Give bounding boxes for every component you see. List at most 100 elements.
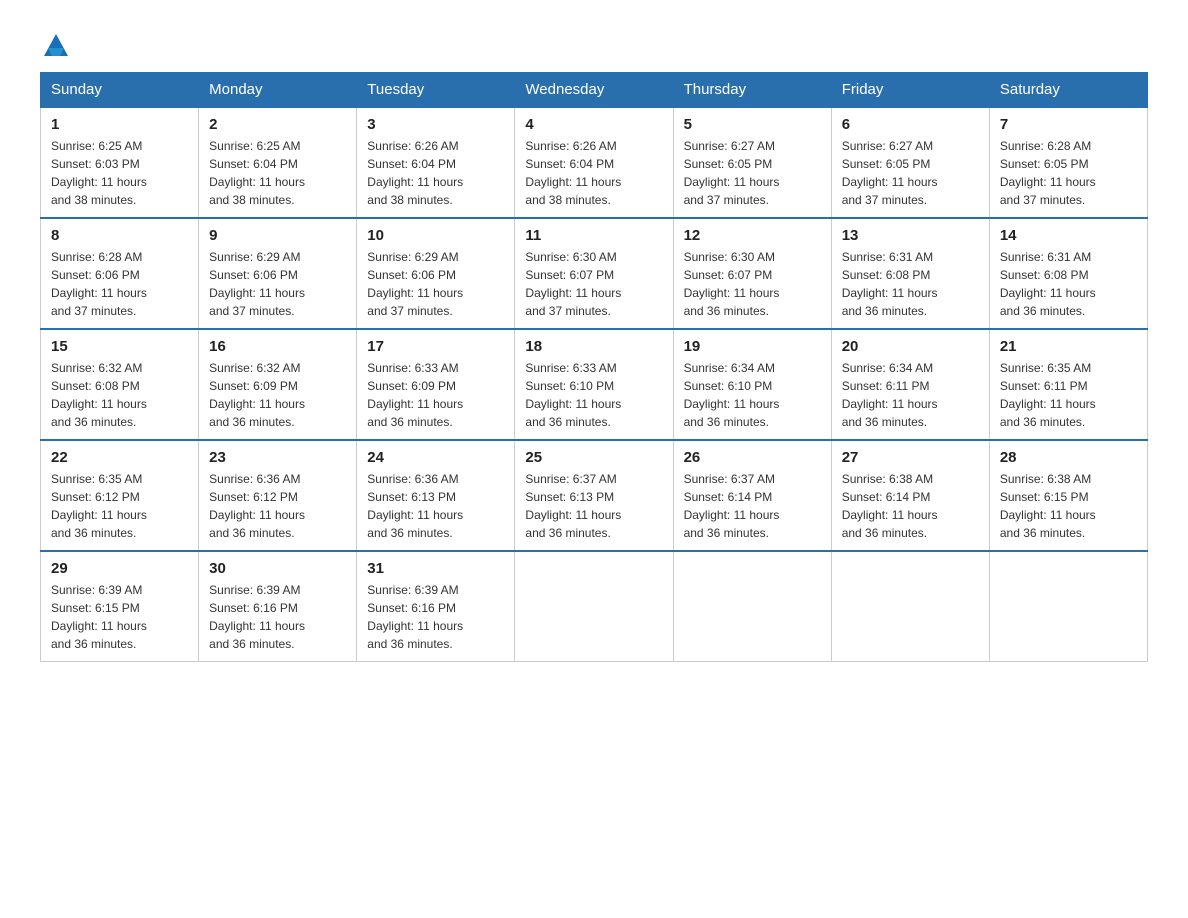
day-number: 17: [367, 338, 504, 355]
day-info: Sunrise: 6:28 AMSunset: 6:05 PMDaylight:…: [1000, 137, 1137, 209]
calendar-week-row: 15Sunrise: 6:32 AMSunset: 6:08 PMDayligh…: [41, 329, 1148, 440]
weekday-header-friday: Friday: [831, 73, 989, 108]
calendar-cell: 7 Sunrise: 6:28 AMSunset: 6:05 PMDaylight…: [989, 107, 1147, 218]
day-info: Sunrise: 6:32 AMSunset: 6:09 PMDaylight:…: [209, 359, 346, 431]
calendar-cell: [515, 551, 673, 662]
day-number: 16: [209, 338, 346, 355]
day-number: 31: [367, 560, 504, 577]
weekday-header-monday: Monday: [199, 73, 357, 108]
logo-icon: [42, 30, 70, 58]
day-info: Sunrise: 6:30 AMSunset: 6:07 PMDaylight:…: [525, 248, 662, 320]
calendar-week-row: 8 Sunrise: 6:28 AMSunset: 6:06 PMDaylight…: [41, 218, 1148, 329]
day-number: 24: [367, 449, 504, 466]
day-number: 9: [209, 227, 346, 244]
weekday-header-tuesday: Tuesday: [357, 73, 515, 108]
calendar-cell: 28 Sunrise: 6:38 AMSunset: 6:15 PMDayligh…: [989, 440, 1147, 551]
calendar-cell: 26Sunrise: 6:37 AMSunset: 6:14 PMDayligh…: [673, 440, 831, 551]
day-info: Sunrise: 6:29 AMSunset: 6:06 PMDaylight:…: [209, 248, 346, 320]
day-number: 30: [209, 560, 346, 577]
day-number: 4: [525, 116, 662, 133]
calendar-cell: [673, 551, 831, 662]
calendar-week-row: 1 Sunrise: 6:25 AMSunset: 6:03 PMDaylight…: [41, 107, 1148, 218]
calendar-cell: 31 Sunrise: 6:39 AMSunset: 6:16 PMDayligh…: [357, 551, 515, 662]
calendar-cell: 14 Sunrise: 6:31 AMSunset: 6:08 PMDayligh…: [989, 218, 1147, 329]
calendar-cell: 22 Sunrise: 6:35 AMSunset: 6:12 PMDayligh…: [41, 440, 199, 551]
day-info: Sunrise: 6:33 AMSunset: 6:10 PMDaylight:…: [525, 359, 662, 431]
day-info: Sunrise: 6:25 AMSunset: 6:03 PMDaylight:…: [51, 137, 188, 209]
day-number: 25: [525, 449, 662, 466]
calendar-cell: 21 Sunrise: 6:35 AMSunset: 6:11 PMDayligh…: [989, 329, 1147, 440]
day-info: Sunrise: 6:37 AMSunset: 6:14 PMDaylight:…: [684, 470, 821, 542]
weekday-header-thursday: Thursday: [673, 73, 831, 108]
calendar-cell: 11 Sunrise: 6:30 AMSunset: 6:07 PMDayligh…: [515, 218, 673, 329]
day-info: Sunrise: 6:38 AMSunset: 6:14 PMDaylight:…: [842, 470, 979, 542]
calendar-week-row: 22 Sunrise: 6:35 AMSunset: 6:12 PMDayligh…: [41, 440, 1148, 551]
day-info: Sunrise: 6:25 AMSunset: 6:04 PMDaylight:…: [209, 137, 346, 209]
day-info: Sunrise: 6:34 AMSunset: 6:11 PMDaylight:…: [842, 359, 979, 431]
day-info: Sunrise: 6:31 AMSunset: 6:08 PMDaylight:…: [842, 248, 979, 320]
calendar-cell: 24 Sunrise: 6:36 AMSunset: 6:13 PMDayligh…: [357, 440, 515, 551]
day-number: 29: [51, 560, 188, 577]
day-number: 28: [1000, 449, 1137, 466]
calendar-cell: 17 Sunrise: 6:33 AMSunset: 6:09 PMDayligh…: [357, 329, 515, 440]
day-info: Sunrise: 6:26 AMSunset: 6:04 PMDaylight:…: [367, 137, 504, 209]
day-number: 14: [1000, 227, 1137, 244]
calendar-cell: 30 Sunrise: 6:39 AMSunset: 6:16 PMDayligh…: [199, 551, 357, 662]
calendar-header-row: SundayMondayTuesdayWednesdayThursdayFrid…: [41, 73, 1148, 108]
day-info: Sunrise: 6:39 AMSunset: 6:16 PMDaylight:…: [367, 581, 504, 653]
calendar-cell: 3 Sunrise: 6:26 AMSunset: 6:04 PMDaylight…: [357, 107, 515, 218]
day-number: 2: [209, 116, 346, 133]
day-number: 5: [684, 116, 821, 133]
day-info: Sunrise: 6:37 AMSunset: 6:13 PMDaylight:…: [525, 470, 662, 542]
weekday-header-saturday: Saturday: [989, 73, 1147, 108]
calendar-cell: 10 Sunrise: 6:29 AMSunset: 6:06 PMDayligh…: [357, 218, 515, 329]
calendar-cell: 2 Sunrise: 6:25 AMSunset: 6:04 PMDaylight…: [199, 107, 357, 218]
day-info: Sunrise: 6:33 AMSunset: 6:09 PMDaylight:…: [367, 359, 504, 431]
calendar-cell: 8 Sunrise: 6:28 AMSunset: 6:06 PMDaylight…: [41, 218, 199, 329]
day-number: 19: [684, 338, 821, 355]
day-info: Sunrise: 6:27 AMSunset: 6:05 PMDaylight:…: [842, 137, 979, 209]
calendar-cell: 18 Sunrise: 6:33 AMSunset: 6:10 PMDayligh…: [515, 329, 673, 440]
day-info: Sunrise: 6:35 AMSunset: 6:12 PMDaylight:…: [51, 470, 188, 542]
day-info: Sunrise: 6:36 AMSunset: 6:12 PMDaylight:…: [209, 470, 346, 542]
day-info: Sunrise: 6:35 AMSunset: 6:11 PMDaylight:…: [1000, 359, 1137, 431]
calendar-cell: 19 Sunrise: 6:34 AMSunset: 6:10 PMDayligh…: [673, 329, 831, 440]
day-info: Sunrise: 6:38 AMSunset: 6:15 PMDaylight:…: [1000, 470, 1137, 542]
calendar-cell: 20 Sunrise: 6:34 AMSunset: 6:11 PMDayligh…: [831, 329, 989, 440]
calendar-cell: 15Sunrise: 6:32 AMSunset: 6:08 PMDayligh…: [41, 329, 199, 440]
calendar-cell: 1 Sunrise: 6:25 AMSunset: 6:03 PMDaylight…: [41, 107, 199, 218]
weekday-header-wednesday: Wednesday: [515, 73, 673, 108]
calendar-cell: 25 Sunrise: 6:37 AMSunset: 6:13 PMDayligh…: [515, 440, 673, 551]
calendar-table: SundayMondayTuesdayWednesdayThursdayFrid…: [40, 72, 1148, 662]
day-info: Sunrise: 6:28 AMSunset: 6:06 PMDaylight:…: [51, 248, 188, 320]
day-info: Sunrise: 6:26 AMSunset: 6:04 PMDaylight:…: [525, 137, 662, 209]
calendar-cell: 12Sunrise: 6:30 AMSunset: 6:07 PMDayligh…: [673, 218, 831, 329]
day-info: Sunrise: 6:29 AMSunset: 6:06 PMDaylight:…: [367, 248, 504, 320]
day-number: 23: [209, 449, 346, 466]
logo: [40, 30, 70, 52]
day-number: 11: [525, 227, 662, 244]
day-number: 1: [51, 116, 188, 133]
calendar-cell: 13Sunrise: 6:31 AMSunset: 6:08 PMDayligh…: [831, 218, 989, 329]
calendar-week-row: 29Sunrise: 6:39 AMSunset: 6:15 PMDayligh…: [41, 551, 1148, 662]
page-header: [40, 30, 1148, 52]
calendar-cell: 16 Sunrise: 6:32 AMSunset: 6:09 PMDayligh…: [199, 329, 357, 440]
day-info: Sunrise: 6:31 AMSunset: 6:08 PMDaylight:…: [1000, 248, 1137, 320]
day-number: 27: [842, 449, 979, 466]
day-number: 7: [1000, 116, 1137, 133]
day-info: Sunrise: 6:30 AMSunset: 6:07 PMDaylight:…: [684, 248, 821, 320]
day-info: Sunrise: 6:34 AMSunset: 6:10 PMDaylight:…: [684, 359, 821, 431]
calendar-cell: 29Sunrise: 6:39 AMSunset: 6:15 PMDayligh…: [41, 551, 199, 662]
day-info: Sunrise: 6:32 AMSunset: 6:08 PMDaylight:…: [51, 359, 188, 431]
day-number: 21: [1000, 338, 1137, 355]
calendar-cell: 5Sunrise: 6:27 AMSunset: 6:05 PMDaylight…: [673, 107, 831, 218]
day-info: Sunrise: 6:39 AMSunset: 6:16 PMDaylight:…: [209, 581, 346, 653]
day-number: 20: [842, 338, 979, 355]
calendar-cell: [989, 551, 1147, 662]
day-number: 8: [51, 227, 188, 244]
day-number: 22: [51, 449, 188, 466]
day-info: Sunrise: 6:36 AMSunset: 6:13 PMDaylight:…: [367, 470, 504, 542]
day-number: 3: [367, 116, 504, 133]
day-number: 10: [367, 227, 504, 244]
day-number: 18: [525, 338, 662, 355]
